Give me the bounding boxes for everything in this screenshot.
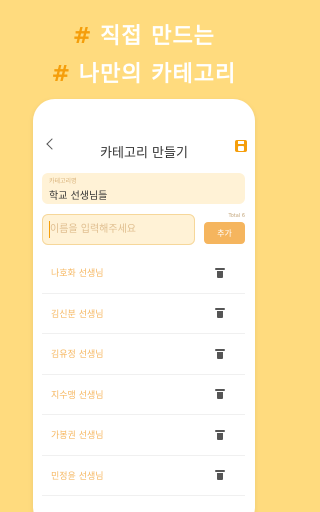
add-button[interactable]: 추가: [204, 222, 245, 244]
list-item: 나호화 선생님: [42, 253, 245, 294]
list-item-name: 김신분 선생님: [51, 309, 104, 320]
app-header: 카테고리 만들기: [33, 99, 255, 161]
save-icon[interactable]: [235, 140, 247, 152]
hash-mark: #: [51, 62, 72, 87]
trash-icon[interactable]: [215, 267, 225, 278]
headline-line-1: # 직접 만드는: [0, 18, 288, 50]
list-item-name: 가봉권 선생님: [51, 431, 104, 442]
phone-screen: 카테고리 만들기 카테고리명 학교 선생님들 Total 6 추가 나호화 선생…: [33, 99, 255, 512]
list-item-name: 민정윤 선생님: [51, 471, 104, 482]
list-item-name: 나호화 선생님: [51, 269, 104, 280]
trash-icon[interactable]: [215, 389, 225, 400]
total-count: Total 6: [228, 213, 245, 219]
hash-mark: #: [72, 24, 93, 49]
list-item: 김유정 선생님: [42, 334, 245, 375]
name-input[interactable]: [42, 214, 195, 245]
category-field-label: 카테고리명: [49, 178, 77, 185]
list-item: 김신분 선생님: [42, 294, 245, 334]
headline-text-2: 나만의 카테고리: [79, 62, 237, 87]
category-field-value: 학교 선생님들: [49, 191, 108, 202]
list-item-name: 지수맹 선생님: [51, 390, 104, 401]
trash-icon[interactable]: [215, 348, 225, 359]
list-item: 가봉권 선생님: [42, 415, 245, 456]
trash-icon[interactable]: [215, 470, 225, 481]
text-cursor: [49, 221, 50, 238]
trash-icon[interactable]: [215, 308, 225, 319]
list-item: 민정윤 선생님: [42, 456, 245, 496]
trash-icon[interactable]: [215, 429, 225, 440]
page-title: 카테고리 만들기: [100, 146, 188, 161]
headline-text-1: 직접 만드는: [100, 24, 216, 49]
list-item-name: 김유정 선생님: [51, 350, 104, 361]
category-name-field[interactable]: 카테고리명 학교 선생님들: [42, 173, 245, 204]
teacher-list: 나호화 선생님 김신분 선생님 김유정 선생님 지수맹 선생님 가봉권 선생님 …: [42, 253, 245, 496]
headline-line-2: # 나만의 카테고리: [0, 56, 288, 88]
list-item: 지수맹 선생님: [42, 375, 245, 415]
